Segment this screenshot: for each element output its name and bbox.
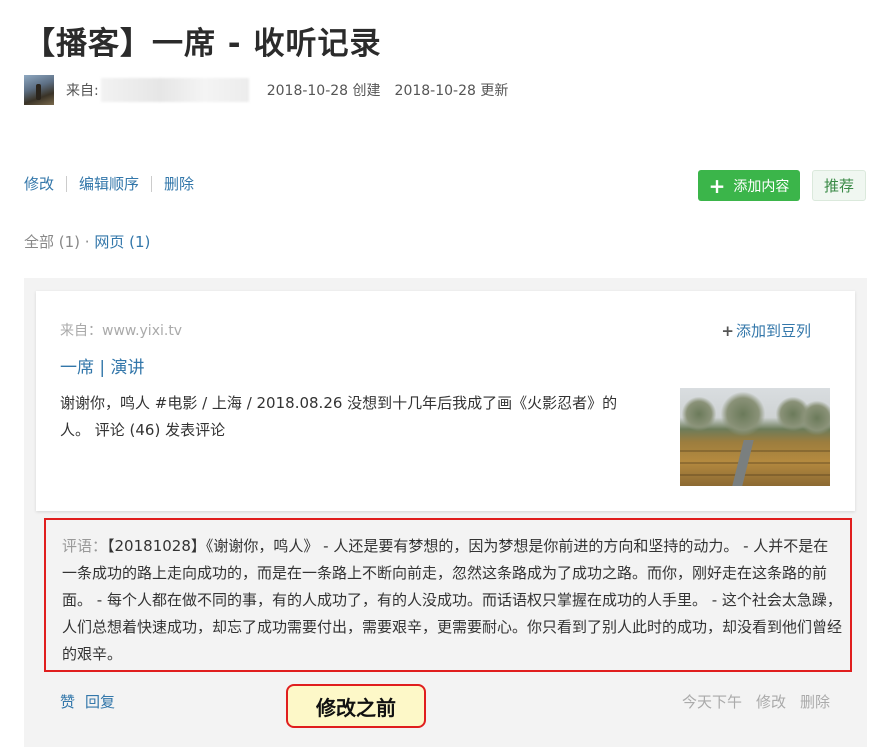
- footer-meta: 今天下午 修改 删除: [668, 691, 830, 712]
- annotation-callout: 修改之前: [286, 684, 426, 728]
- delete-link[interactable]: 删除: [164, 173, 194, 194]
- thumbnail-field-row: [680, 474, 830, 476]
- edit-comment-link[interactable]: 修改: [756, 693, 786, 711]
- reply-link[interactable]: 回复: [85, 693, 115, 711]
- reorder-link[interactable]: 编辑顺序: [79, 173, 139, 194]
- add-to-doulist-link[interactable]: + 添加到豆列: [721, 320, 811, 341]
- updated-date: 2018-10-28 更新: [394, 83, 509, 99]
- item-card: 来自：www.yixi.tv + 添加到豆列 一席 | 演讲 谢谢你，鸣人 #电影…: [36, 291, 855, 511]
- footer-actions: 赞回复: [60, 691, 125, 712]
- add-content-label: 添加内容: [733, 178, 790, 195]
- add-content-button[interactable]: + 添加内容: [698, 170, 800, 201]
- divider: [66, 175, 68, 192]
- thumbnail-field-row: [680, 462, 830, 464]
- divider: [151, 175, 153, 192]
- card-description: 谢谢你，鸣人 #电影 / 上海 / 2018.08.26 没想到十几年后我成了画…: [60, 394, 618, 439]
- page-title: 【播客】一席 - 收听记录: [24, 26, 382, 62]
- card-thumbnail[interactable]: [680, 388, 830, 486]
- like-link[interactable]: 赞: [60, 693, 75, 711]
- add-to-doulist-label: 添加到豆列: [735, 322, 811, 340]
- thumbnail-field-row: [680, 450, 830, 452]
- plus-icon: +: [721, 322, 734, 340]
- card-title-link[interactable]: 一席 | 演讲: [60, 353, 145, 378]
- created-date: 2018-10-28 创建: [266, 83, 381, 99]
- thumbnail-tree: [720, 392, 766, 436]
- filter-webpage[interactable]: 网页 (1): [94, 233, 150, 251]
- recommend-button[interactable]: 推荐: [812, 170, 866, 201]
- timestamp: 今天下午: [681, 693, 742, 711]
- comment-text: 【20181028】《谢谢你，鸣人》 - 人还是要有梦想的，因为梦想是你前进的方…: [62, 537, 843, 663]
- list-actions: 修改 编辑顺序 删除: [24, 173, 194, 194]
- meta-row: 来自: 2018-10-28 创建 2018-10-28 更新: [24, 74, 522, 106]
- filter-bar: 全部 (1) · 网页 (1): [24, 231, 150, 252]
- thumbnail-tree: [682, 396, 716, 432]
- comment: 评语：【20181028】《谢谢你，鸣人》 - 人还是要有梦想的，因为梦想是你前…: [62, 533, 842, 668]
- from-label: 来自:: [66, 83, 99, 99]
- delete-comment-link[interactable]: 删除: [800, 693, 830, 711]
- comment-label: 评语：: [62, 537, 108, 555]
- avatar[interactable]: [24, 75, 54, 105]
- plus-icon: +: [708, 173, 726, 198]
- edit-link[interactable]: 修改: [24, 173, 54, 194]
- filter-all[interactable]: 全部 (1) ·: [24, 233, 94, 251]
- thumbnail-tree: [800, 400, 830, 436]
- blurred-author-name[interactable]: [100, 78, 249, 102]
- card-source: 来自：www.yixi.tv: [60, 323, 183, 339]
- comment-highlight-box: 评语：【20181028】《谢谢你，鸣人》 - 人还是要有梦想的，因为梦想是你前…: [44, 518, 852, 672]
